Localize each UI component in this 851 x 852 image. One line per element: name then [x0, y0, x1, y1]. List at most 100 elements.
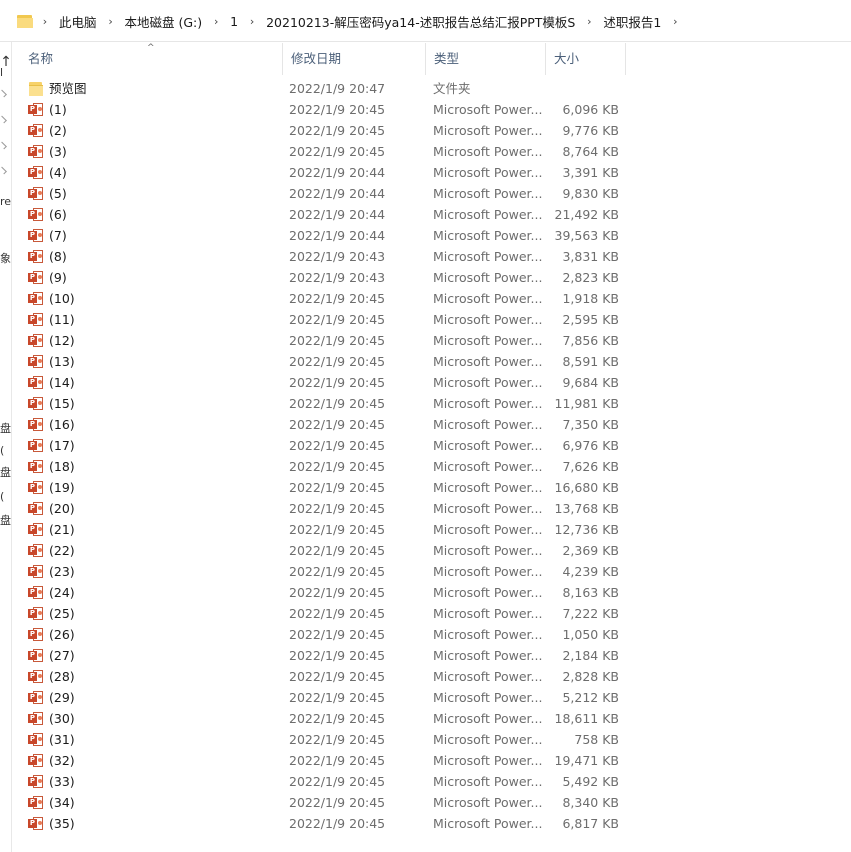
file-row[interactable]: P (35) 2022/1/9 20:45 Microsoft Power... 6,8… — [20, 813, 640, 834]
file-row[interactable]: P (18) 2022/1/9 20:45 Microsoft Power... 7,6… — [20, 456, 640, 477]
breadcrumb-item[interactable]: 述职报告1 — [597, 12, 667, 31]
nav-tree-item-fragment[interactable]: 象 — [0, 252, 11, 266]
address-bar[interactable]: › 此电脑 › 本地磁盘 (G:) › 1 › 20210213-解压密码ya14-述职报告总… — [0, 0, 851, 42]
expand-chevron-icon[interactable] — [0, 115, 7, 124]
file-name: (5) — [49, 186, 67, 201]
file-row[interactable]: P (28) 2022/1/9 20:45 Microsoft Power... 2,8… — [20, 666, 640, 687]
breadcrumb-separator-icon[interactable]: › — [581, 15, 597, 28]
file-size: 9,776 KB — [562, 123, 619, 138]
file-row[interactable]: P (27) 2022/1/9 20:45 Microsoft Power... 2,1… — [20, 645, 640, 666]
nav-tree-item-fragment[interactable]: 盘 — [0, 422, 11, 436]
file-name: (18) — [49, 459, 75, 474]
file-row[interactable]: P (17) 2022/1/9 20:45 Microsoft Power... 6,9… — [20, 435, 640, 456]
breadcrumb-item[interactable]: 20210213-解压密码ya14-述职报告总结汇报PPT模板S — [260, 12, 581, 31]
nav-tree-item-fragment[interactable]: re — [0, 195, 11, 209]
powerpoint-file-icon: P — [28, 564, 44, 579]
column-header-date[interactable]: 修改日期 — [283, 43, 426, 75]
file-row[interactable]: P (4) 2022/1/9 20:44 Microsoft Power... 3,39… — [20, 162, 640, 183]
file-type: Microsoft Power... — [433, 186, 543, 201]
file-row[interactable]: P (31) 2022/1/9 20:45 Microsoft Power... 758… — [20, 729, 640, 750]
file-row[interactable]: P (29) 2022/1/9 20:45 Microsoft Power... 5,2… — [20, 687, 640, 708]
file-size: 6,817 KB — [562, 816, 619, 831]
expand-chevron-icon[interactable] — [0, 166, 7, 175]
column-header-size[interactable]: 大小 — [546, 43, 626, 75]
breadcrumb-separator-icon[interactable]: › — [103, 15, 119, 28]
file-modified-date: 2022/1/9 20:45 — [289, 606, 386, 621]
breadcrumb-item[interactable]: 本地磁盘 (G:) — [119, 12, 209, 31]
file-modified-date: 2022/1/9 20:45 — [289, 774, 386, 789]
file-row[interactable]: P (21) 2022/1/9 20:45 Microsoft Power... 12,… — [20, 519, 640, 540]
breadcrumb-item[interactable]: 1 — [224, 14, 244, 29]
file-row[interactable]: P (20) 2022/1/9 20:45 Microsoft Power... 13,… — [20, 498, 640, 519]
breadcrumb-separator-icon[interactable]: › — [667, 15, 683, 28]
file-row[interactable]: P (30) 2022/1/9 20:45 Microsoft Power... 18,… — [20, 708, 640, 729]
file-type: Microsoft Power... — [433, 291, 543, 306]
file-row[interactable]: P (3) 2022/1/9 20:45 Microsoft Power... 8,76… — [20, 141, 640, 162]
file-row[interactable]: P (13) 2022/1/9 20:45 Microsoft Power... 8,5… — [20, 351, 640, 372]
powerpoint-file-icon: P — [28, 438, 44, 453]
file-row[interactable]: P (1) 2022/1/9 20:45 Microsoft Power... 6,09… — [20, 99, 640, 120]
file-row[interactable]: P (19) 2022/1/9 20:45 Microsoft Power... 16,… — [20, 477, 640, 498]
sort-ascending-icon: ^ — [147, 43, 155, 53]
file-name: (20) — [49, 501, 75, 516]
file-row[interactable]: P (23) 2022/1/9 20:45 Microsoft Power... 4,2… — [20, 561, 640, 582]
file-size: 8,163 KB — [562, 585, 619, 600]
column-header-type[interactable]: 类型 — [426, 43, 546, 75]
file-type: Microsoft Power... — [433, 459, 543, 474]
breadcrumb-separator-icon[interactable]: › — [244, 15, 260, 28]
navigation-pane[interactable]: ↑ l re 象盘(盘(盘 — [0, 42, 12, 852]
file-row[interactable]: P (16) 2022/1/9 20:45 Microsoft Power... 7,3… — [20, 414, 640, 435]
file-modified-date: 2022/1/9 20:44 — [289, 228, 386, 243]
file-name: (24) — [49, 585, 75, 600]
file-name: (32) — [49, 753, 75, 768]
column-header-row: 名称 修改日期 类型 大小 — [20, 43, 640, 75]
file-name: (11) — [49, 312, 75, 327]
file-name: (16) — [49, 417, 75, 432]
file-row[interactable]: P (22) 2022/1/9 20:45 Microsoft Power... 2,3… — [20, 540, 640, 561]
file-row[interactable]: P (2) 2022/1/9 20:45 Microsoft Power... 9,77… — [20, 120, 640, 141]
file-size: 8,340 KB — [562, 795, 619, 810]
nav-tree-item-fragment[interactable]: 盘 — [0, 466, 11, 480]
file-row[interactable]: P (9) 2022/1/9 20:43 Microsoft Power... 2,82… — [20, 267, 640, 288]
expand-chevron-icon[interactable] — [0, 89, 7, 98]
file-row[interactable]: P (34) 2022/1/9 20:45 Microsoft Power... 8,3… — [20, 792, 640, 813]
nav-tree-item-fragment[interactable]: ( — [0, 490, 4, 504]
file-row[interactable]: P (24) 2022/1/9 20:45 Microsoft Power... 8,1… — [20, 582, 640, 603]
file-modified-date: 2022/1/9 20:45 — [289, 417, 386, 432]
file-row[interactable]: P (26) 2022/1/9 20:45 Microsoft Power... 1,0… — [20, 624, 640, 645]
file-row[interactable]: P (10) 2022/1/9 20:45 Microsoft Power... 1,9… — [20, 288, 640, 309]
breadcrumb-separator-icon[interactable]: › — [37, 15, 53, 28]
file-row[interactable]: P (11) 2022/1/9 20:45 Microsoft Power... 2,5… — [20, 309, 640, 330]
expand-chevron-icon[interactable] — [0, 141, 7, 150]
file-row[interactable]: P (15) 2022/1/9 20:45 Microsoft Power... 11,… — [20, 393, 640, 414]
file-row[interactable]: P (12) 2022/1/9 20:45 Microsoft Power... 7,8… — [20, 330, 640, 351]
breadcrumb-item[interactable]: 此电脑 — [53, 12, 103, 31]
file-row[interactable]: P (6) 2022/1/9 20:44 Microsoft Power... 21,4… — [20, 204, 640, 225]
file-row[interactable]: P (8) 2022/1/9 20:43 Microsoft Power... 3,83… — [20, 246, 640, 267]
nav-tree-item-fragment[interactable]: l — [0, 66, 3, 80]
file-modified-date: 2022/1/9 20:47 — [289, 81, 386, 96]
file-modified-date: 2022/1/9 20:45 — [289, 459, 386, 474]
file-size: 5,492 KB — [562, 774, 619, 789]
nav-tree-item-fragment[interactable]: 盘 — [0, 514, 11, 528]
file-size: 16,680 KB — [554, 480, 619, 495]
file-type: Microsoft Power... — [433, 480, 543, 495]
file-modified-date: 2022/1/9 20:45 — [289, 627, 386, 642]
file-modified-date: 2022/1/9 20:45 — [289, 438, 386, 453]
file-modified-date: 2022/1/9 20:45 — [289, 816, 386, 831]
file-row[interactable]: P (5) 2022/1/9 20:44 Microsoft Power... 9,83… — [20, 183, 640, 204]
file-type: Microsoft Power... — [433, 333, 543, 348]
file-row[interactable]: 预览图 2022/1/9 20:47 文件夹 — [20, 78, 640, 99]
file-modified-date: 2022/1/9 20:45 — [289, 753, 386, 768]
file-row[interactable]: P (33) 2022/1/9 20:45 Microsoft Power... 5,4… — [20, 771, 640, 792]
file-modified-date: 2022/1/9 20:44 — [289, 186, 386, 201]
file-type: Microsoft Power... — [433, 207, 543, 222]
file-row[interactable]: P (7) 2022/1/9 20:44 Microsoft Power... 39,5… — [20, 225, 640, 246]
file-row[interactable]: P (25) 2022/1/9 20:45 Microsoft Power... 7,2… — [20, 603, 640, 624]
nav-tree-item-fragment[interactable]: ( — [0, 444, 4, 458]
file-row[interactable]: P (14) 2022/1/9 20:45 Microsoft Power... 9,6… — [20, 372, 640, 393]
file-row[interactable]: P (32) 2022/1/9 20:45 Microsoft Power... 19,… — [20, 750, 640, 771]
powerpoint-file-icon: P — [28, 522, 44, 537]
breadcrumb-separator-icon[interactable]: › — [208, 15, 224, 28]
powerpoint-file-icon: P — [28, 459, 44, 474]
